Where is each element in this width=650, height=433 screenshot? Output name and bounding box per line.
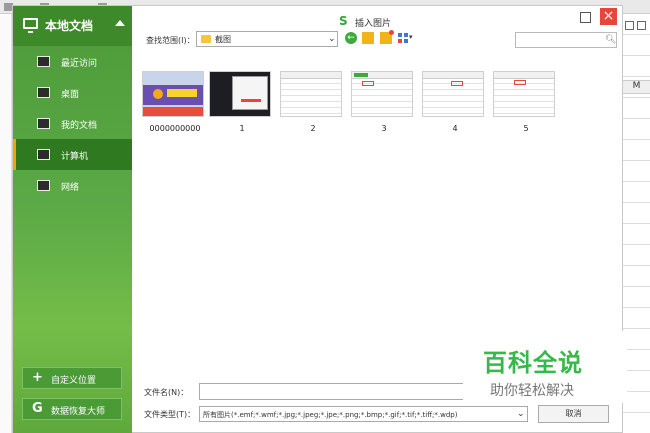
thumb-highlight xyxy=(514,80,526,85)
sidebar-item-label: 桌面 xyxy=(61,90,80,100)
dialog-title: 插入图片 xyxy=(355,19,392,29)
search-input[interactable] xyxy=(518,34,598,46)
search-box[interactable]: 🔍︎ xyxy=(515,32,617,48)
up-folder-button[interactable] xyxy=(362,32,374,44)
image-thumbnail xyxy=(142,71,204,117)
maximize-button[interactable] xyxy=(580,12,591,23)
sidebar-item-label: 最近访问 xyxy=(61,59,98,69)
file-item[interactable]: 5 xyxy=(491,68,561,134)
image-thumbnail xyxy=(493,71,555,117)
chevron-down-icon: ⌄ xyxy=(328,34,336,44)
close-button[interactable]: × xyxy=(600,8,617,25)
view-menu-arrow-icon[interactable]: ▾ xyxy=(409,33,413,41)
sidebar-item-computer[interactable]: 计算机 xyxy=(13,139,132,170)
watermark-title: 百科全说 xyxy=(483,349,583,377)
thumb-menu xyxy=(232,76,268,110)
search-icon[interactable]: 🔍︎ xyxy=(605,35,616,45)
watermark-subtitle: 助你轻松解决 xyxy=(490,383,574,399)
thumb-tag xyxy=(167,89,197,97)
thumb-header xyxy=(423,72,483,79)
sidebar-header-title: 本地文档 xyxy=(45,19,94,33)
recovery-icon: G xyxy=(32,401,43,416)
sidebar-item-network[interactable]: 网络 xyxy=(13,170,132,201)
thumb-highlight xyxy=(362,81,374,86)
new-folder-button[interactable] xyxy=(380,30,394,44)
sidebar-item-documents[interactable]: 我的文档 xyxy=(13,108,132,139)
sidebar-item-label: 网络 xyxy=(61,183,80,193)
image-thumbnail xyxy=(422,71,484,117)
background-spreadsheet: M xyxy=(623,14,650,433)
sidebar-header[interactable]: 本地文档 xyxy=(13,6,132,46)
custom-location-label: 自定义位置 xyxy=(51,376,97,386)
watermark: 百科全说 助你轻松解决 xyxy=(463,331,627,403)
filetype-select[interactable]: 所有图片(*.emf;*.wmf;*.jpg;*.jpeg;*.jpe;*.pn… xyxy=(199,406,528,422)
file-name: 1 xyxy=(239,124,245,133)
thumb-header xyxy=(494,72,554,79)
documents-icon xyxy=(37,118,50,129)
sidebar-item-label: 我的文档 xyxy=(61,121,98,131)
column-header: M xyxy=(623,80,650,94)
file-item[interactable]: 2 xyxy=(278,68,348,134)
filetype-value: 所有图片(*.emf;*.wmf;*.jpg;*.jpeg;*.jpe;*.pn… xyxy=(203,411,458,419)
image-thumbnail xyxy=(280,71,342,117)
image-thumbnail xyxy=(209,71,271,117)
look-in-select[interactable]: 截图 ⌄ xyxy=(196,31,338,47)
look-in-value: 截图 xyxy=(215,35,231,44)
file-item[interactable]: 4 xyxy=(420,68,490,134)
file-name: 3 xyxy=(381,124,387,133)
file-item[interactable]: 3 xyxy=(349,68,419,134)
thumb-header xyxy=(281,72,341,79)
back-button[interactable]: ← xyxy=(345,32,357,44)
local-docs-icon xyxy=(23,18,38,33)
file-name: 4 xyxy=(452,124,458,133)
sidebar-item-recent[interactable]: 最近访问 xyxy=(13,46,132,77)
checkbox-icon xyxy=(625,21,634,30)
sidebar: 本地文档 最近访问 桌面 我的文档 计算机 网络 + 自定义位置 G 数据恢复大… xyxy=(13,6,132,433)
thumb-highlight xyxy=(451,81,463,86)
data-recovery-button[interactable]: G 数据恢复大师 xyxy=(22,398,122,420)
wps-logo-icon: S xyxy=(339,14,348,28)
data-recovery-label: 数据恢复大师 xyxy=(51,407,106,417)
filename-label: 文件名(N)： xyxy=(144,388,189,397)
thumb-bar xyxy=(143,107,203,116)
computer-icon xyxy=(37,149,50,160)
look-in-label: 查找范围(I)： xyxy=(146,36,195,45)
file-item[interactable]: 0000000000 xyxy=(140,68,210,134)
file-item[interactable]: 1 xyxy=(207,68,277,134)
desktop-icon xyxy=(37,87,50,98)
filetype-label: 文件类型(T)： xyxy=(144,410,196,419)
recent-icon xyxy=(37,56,50,67)
plus-icon: + xyxy=(32,370,43,385)
folder-icon xyxy=(201,35,211,43)
collapse-icon[interactable] xyxy=(115,20,125,26)
custom-location-button[interactable]: + 自定义位置 xyxy=(22,367,122,389)
file-name: 2 xyxy=(310,124,316,133)
thumb-badge xyxy=(153,89,163,99)
sidebar-item-label: 计算机 xyxy=(61,152,89,162)
image-thumbnail xyxy=(351,71,413,117)
chevron-down-icon: ⌄ xyxy=(517,409,525,419)
thumb-green xyxy=(354,73,368,77)
file-name: 0000000000 xyxy=(149,124,201,133)
network-icon xyxy=(37,180,50,191)
view-menu-button[interactable] xyxy=(398,33,408,43)
sidebar-item-desktop[interactable]: 桌面 xyxy=(13,77,132,108)
cancel-button[interactable]: 取消 xyxy=(538,405,609,423)
background-left-panel xyxy=(0,14,12,433)
gear-icon xyxy=(637,21,646,30)
file-name: 5 xyxy=(523,124,529,133)
